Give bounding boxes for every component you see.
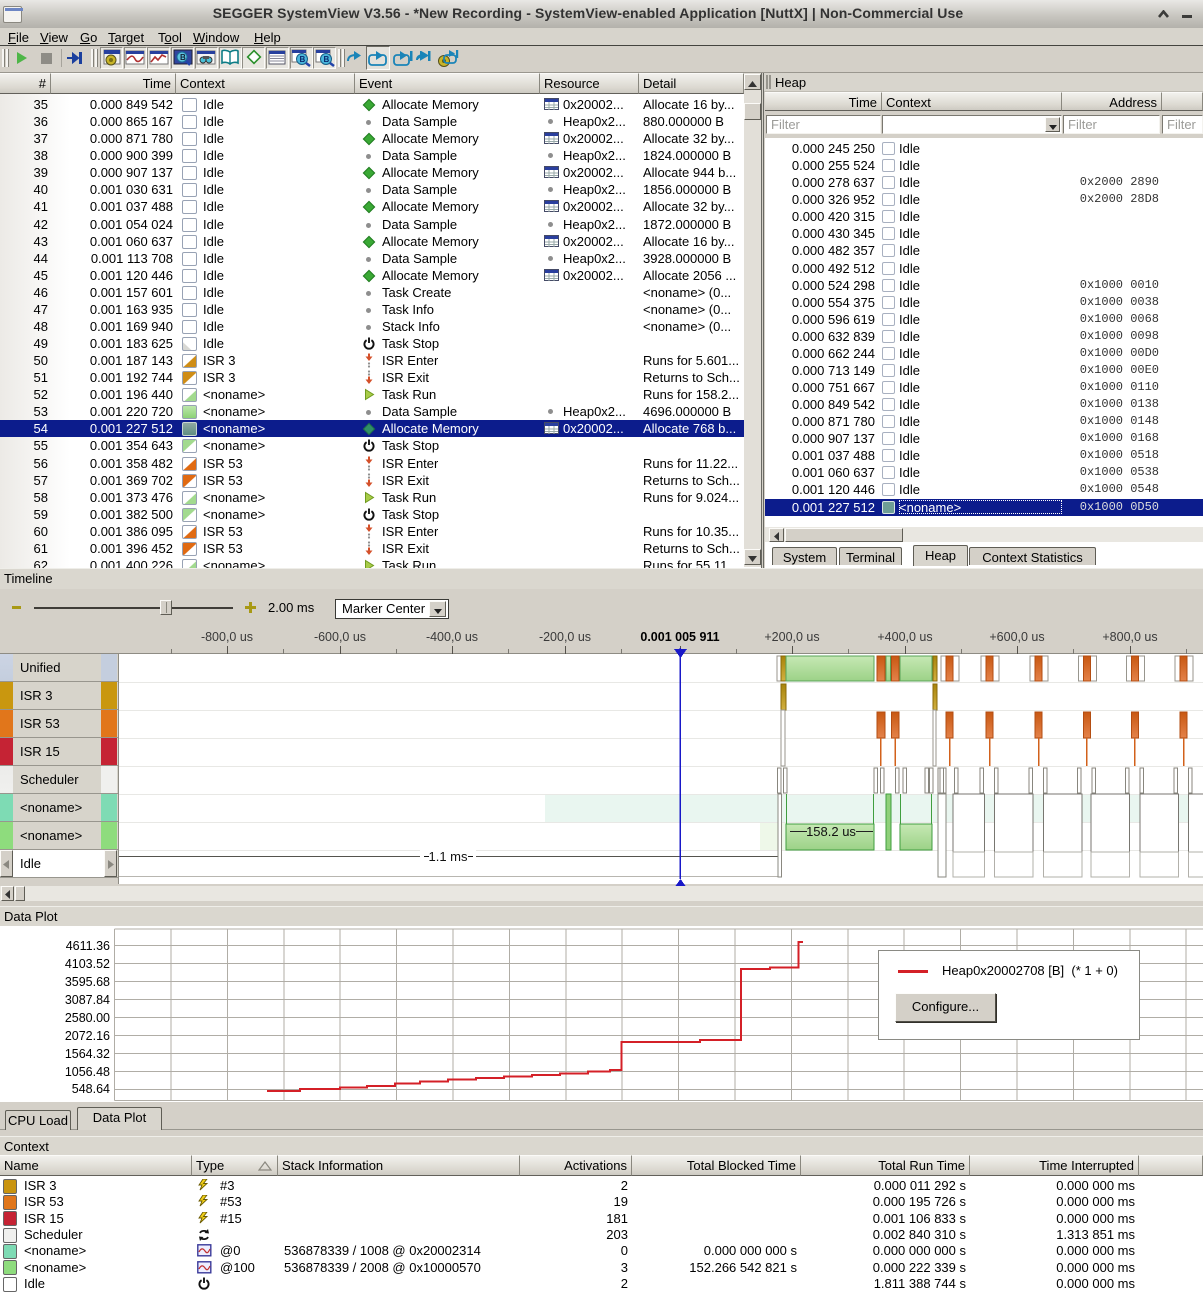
svg-text:B: B — [300, 55, 306, 64]
svg-text:1.1 ms: 1.1 ms — [428, 849, 468, 864]
svg-text:158.2 us: 158.2 us — [806, 824, 856, 839]
svg-text:B: B — [323, 55, 329, 64]
svg-text:B: B — [180, 53, 186, 62]
